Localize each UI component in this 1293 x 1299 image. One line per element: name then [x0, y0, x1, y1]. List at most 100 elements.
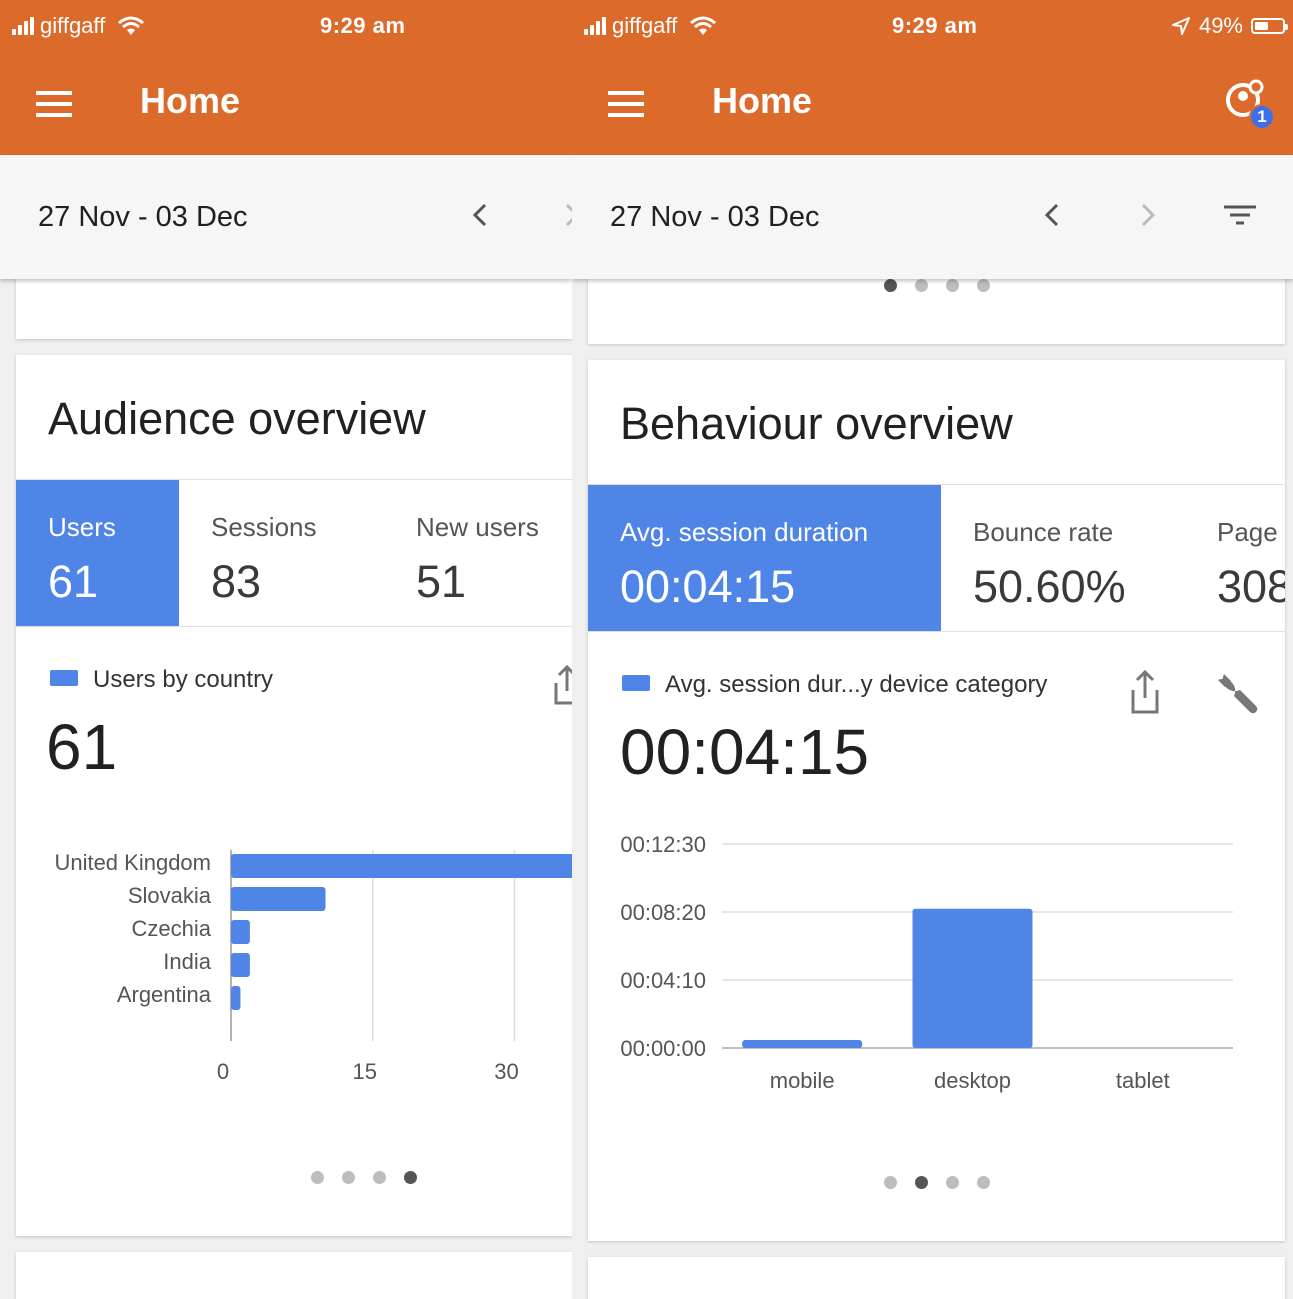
behaviour-overview-card: Behaviour overview Avg. session duration… [588, 360, 1285, 1241]
page-dot[interactable] [311, 1171, 324, 1184]
signal-icon [584, 17, 606, 35]
tab-bounce-rate[interactable]: Bounce rate 50.60% [941, 485, 1185, 631]
bar [231, 920, 250, 944]
tab-label: Avg. session duration [620, 517, 869, 547]
legend-swatch [50, 670, 78, 686]
tab-sessions[interactable]: Sessions 83 [179, 480, 384, 626]
battery-icon [1251, 18, 1288, 34]
tick-label: 0 [217, 1059, 229, 1084]
account-switcher-icon[interactable]: 1 [1223, 78, 1275, 130]
date-range[interactable]: 27 Nov - 03 Dec [38, 201, 248, 234]
tab-value: 308 [1217, 561, 1285, 612]
page-dot[interactable] [915, 1176, 928, 1189]
hamburger-menu-icon[interactable] [36, 91, 72, 117]
category-label: mobile [770, 1068, 835, 1093]
category-label: Argentina [117, 982, 212, 1007]
chevron-left-icon[interactable] [1038, 199, 1068, 231]
tab-pageviews[interactable]: Page 308 [1185, 485, 1285, 631]
signal-icon [12, 17, 34, 35]
tab-users[interactable]: Users 61 [16, 480, 179, 626]
next-card [588, 1257, 1285, 1299]
metric-value: 00:04:15 [620, 716, 870, 788]
category-label: India [163, 949, 211, 974]
page-dot[interactable] [884, 279, 897, 292]
bar [912, 908, 1033, 1048]
tab-value: 51 [416, 556, 467, 607]
status-bar: giffgaff 9:29 am [0, 0, 572, 54]
status-right: 49% [1171, 13, 1288, 39]
category-label: tablet [1116, 1068, 1170, 1093]
chart-title: Users by country [93, 666, 274, 693]
page-dot[interactable] [404, 1171, 417, 1184]
notification-badge: 1 [1249, 104, 1275, 130]
page-dot[interactable] [977, 279, 990, 292]
clock: 9:29 am [320, 13, 406, 38]
tab-label: Sessions [211, 512, 317, 542]
bar [231, 986, 241, 1010]
page-dot[interactable] [373, 1171, 386, 1184]
wifi-icon [118, 16, 145, 35]
tab-label: Page [1217, 517, 1278, 547]
chevron-left-icon[interactable] [466, 199, 496, 231]
tab-avg-session-duration[interactable]: Avg. session duration 00:04:15 [588, 485, 941, 631]
share-icon[interactable] [552, 663, 572, 707]
tick-label: 00:00:00 [620, 1036, 706, 1061]
bar [231, 953, 250, 977]
tick-label: 00:12:30 [620, 832, 706, 857]
next-card [16, 1252, 572, 1299]
tick-label: 15 [353, 1059, 377, 1084]
date-range-bar: 27 Nov - 03 Dec [0, 155, 572, 279]
tab-value: 83 [211, 556, 262, 607]
tab-value: 00:04:15 [620, 561, 796, 612]
tab-value: 61 [48, 556, 99, 607]
carrier-name: giffgaff [612, 13, 678, 38]
tick-label: 00:04:10 [620, 968, 706, 993]
tab-value: 50.60% [973, 561, 1126, 612]
chevron-right-icon[interactable] [1132, 199, 1162, 231]
share-icon[interactable] [1128, 668, 1162, 718]
audience-overview-card: Audience overview Users 61 Sessions 83 N… [16, 355, 572, 1236]
carrier: giffgaff [12, 13, 145, 39]
clock: 9:29 am [892, 13, 978, 38]
page-dot[interactable] [946, 279, 959, 292]
tick-label: 30 [494, 1059, 518, 1084]
carrier: giffgaff [584, 13, 717, 39]
location-arrow-icon [1171, 17, 1190, 35]
metric-tabs: Avg. session duration 00:04:15 Bounce ra… [588, 484, 1285, 632]
bar [742, 1040, 863, 1048]
users-by-country-chart: 0 15 30 United Kingdom Slovakia Czechia India A… [54, 850, 572, 1084]
page-dot[interactable] [977, 1176, 990, 1189]
carrier-name: giffgaff [40, 13, 106, 38]
date-range[interactable]: 27 Nov - 03 Dec [610, 201, 820, 234]
chevron-right-icon[interactable] [556, 199, 572, 231]
card-title: Behaviour overview [620, 398, 1013, 449]
chart-title: Avg. session dur...y device category [665, 671, 1048, 698]
page-dot[interactable] [884, 1176, 897, 1189]
app-bar: Home 1 [572, 54, 1293, 155]
battery-level [1255, 22, 1268, 30]
hamburger-menu-icon[interactable] [608, 91, 644, 117]
legend-swatch [622, 675, 650, 691]
tick-label: 00:08:20 [620, 900, 706, 925]
filter-icon[interactable] [1222, 199, 1258, 231]
tab-label: Users [48, 512, 116, 542]
bar [231, 854, 572, 878]
card-title: Audience overview [48, 393, 426, 444]
battery-percent: 49% [1198, 13, 1243, 38]
page-dot[interactable] [946, 1176, 959, 1189]
category-label: Czechia [132, 916, 212, 941]
metric-value: 61 [46, 711, 118, 783]
tab-new-users[interactable]: New users 51 [384, 480, 572, 626]
tab-label: Bounce rate [973, 517, 1114, 547]
right-screen: giffgaff 9:29 am 49% Home 1 27 Nov - 03 … [572, 0, 1293, 1299]
page-dot[interactable] [915, 279, 928, 292]
page-title: Home [140, 80, 241, 121]
page-title: Home [712, 80, 813, 121]
page-indicator [311, 1171, 417, 1184]
page-dot[interactable] [342, 1171, 355, 1184]
category-label: United Kingdom [54, 850, 211, 875]
page-indicator [884, 1176, 990, 1189]
wrench-icon[interactable] [1214, 670, 1262, 718]
tab-label: New users [416, 512, 539, 542]
category-label: Slovakia [128, 883, 212, 908]
